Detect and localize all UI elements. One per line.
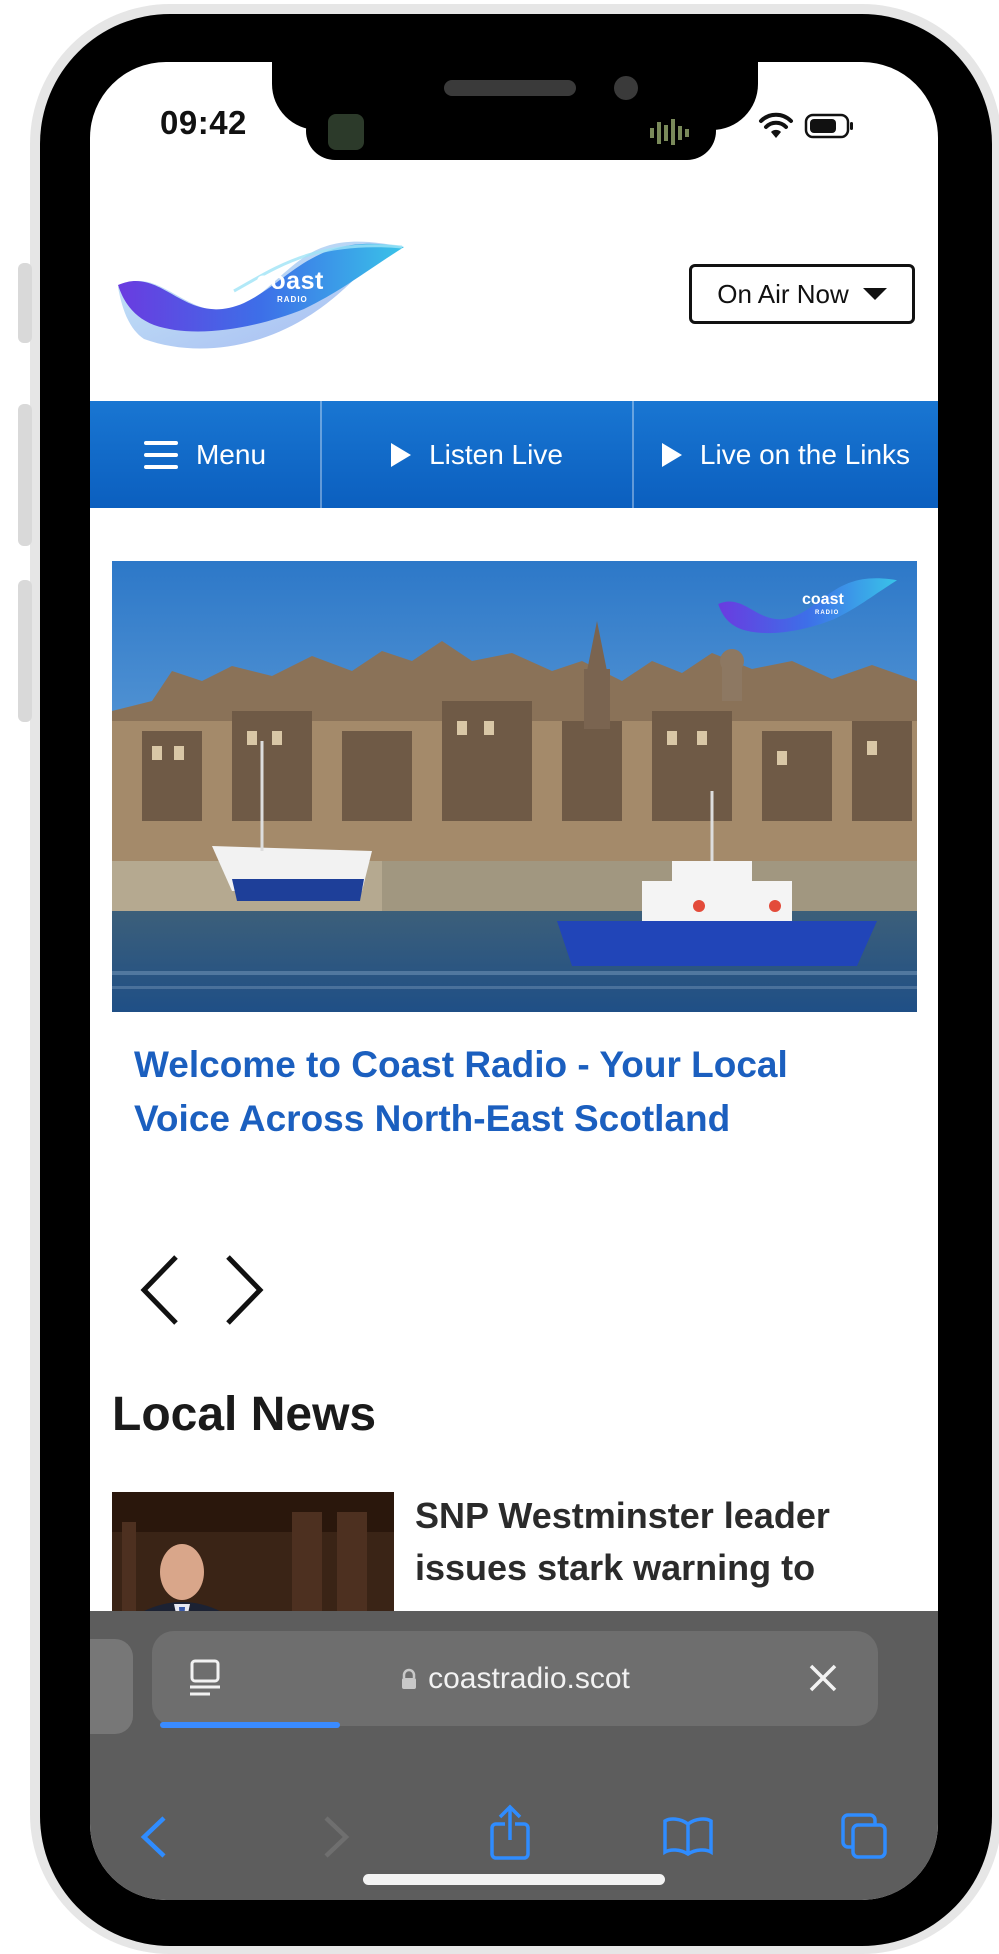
local-news-heading: Local News [112, 1388, 377, 1441]
battery-icon [804, 113, 853, 139]
hero-logo-text: coast [802, 591, 844, 608]
stop-loading-close-icon[interactable] [808, 1663, 838, 1693]
play-icon [391, 442, 412, 467]
carousel-prev-button[interactable] [130, 1245, 190, 1335]
url-text: coastradio.scot [428, 1661, 630, 1695]
on-air-now-dropdown[interactable]: On Air Now [689, 264, 915, 324]
back-arrow-icon[interactable] [138, 1814, 170, 1860]
chevron-right-icon [226, 1255, 264, 1325]
main-nav: Menu Listen Live Live on the Links [90, 401, 938, 508]
live-on-the-links-button[interactable]: Live on the Links [632, 401, 938, 508]
status-time: 09:42 [160, 104, 247, 141]
menu-button[interactable]: Menu [90, 401, 320, 508]
wifi-icon [759, 112, 793, 138]
bookmarks-icon[interactable] [662, 1816, 714, 1856]
dropdown-arrow-icon [862, 288, 887, 300]
volume-down-button [18, 580, 32, 722]
carousel-next-button[interactable] [214, 1245, 274, 1335]
forward-arrow-icon[interactable] [320, 1814, 352, 1860]
tabs-icon[interactable] [840, 1812, 890, 1862]
front-camera [614, 76, 638, 100]
listen-live-button[interactable]: Listen Live [320, 401, 632, 508]
volume-up-button [18, 404, 32, 546]
audio-waveform-icon [650, 119, 689, 145]
share-icon[interactable] [488, 1804, 532, 1862]
page-load-progress [160, 1722, 340, 1728]
earpiece-speaker [444, 80, 576, 96]
site-logo[interactable]: coast RADIO [114, 229, 406, 357]
news-headline-link[interactable]: SNP Westminster leader issues stark warn… [415, 1490, 915, 1594]
action-button [18, 263, 32, 343]
url-display[interactable]: coastradio.scot [152, 1631, 878, 1726]
chevron-left-icon [140, 1255, 178, 1325]
hamburger-icon [143, 440, 178, 469]
live-on-the-links-label: Live on the Links [699, 438, 911, 470]
hero-image[interactable]: coast RADIO [112, 561, 917, 1012]
logo-text: coast [256, 267, 324, 295]
lock-icon [402, 1668, 417, 1689]
logo-wave-icon [718, 578, 897, 634]
hero-title-link[interactable]: Welcome to Coast Radio - Your Local Voic… [134, 1038, 854, 1146]
island-app-icon [328, 114, 364, 150]
phone-screen: 09:42 coast RADIO On Air Now Menu Listen… [90, 62, 938, 1900]
home-indicator[interactable] [363, 1874, 665, 1885]
previous-tab-preview[interactable] [90, 1639, 133, 1734]
hero-logo: coast RADIO [712, 569, 902, 649]
play-icon [661, 442, 682, 467]
listen-live-label: Listen Live [429, 438, 563, 470]
logo-subtext: RADIO [277, 295, 308, 304]
dynamic-island [306, 102, 716, 160]
on-air-now-label: On Air Now [717, 278, 849, 309]
address-bar[interactable]: coastradio.scot [152, 1631, 878, 1726]
menu-label: Menu [195, 438, 267, 470]
hero-logo-subtext: RADIO [815, 610, 840, 616]
